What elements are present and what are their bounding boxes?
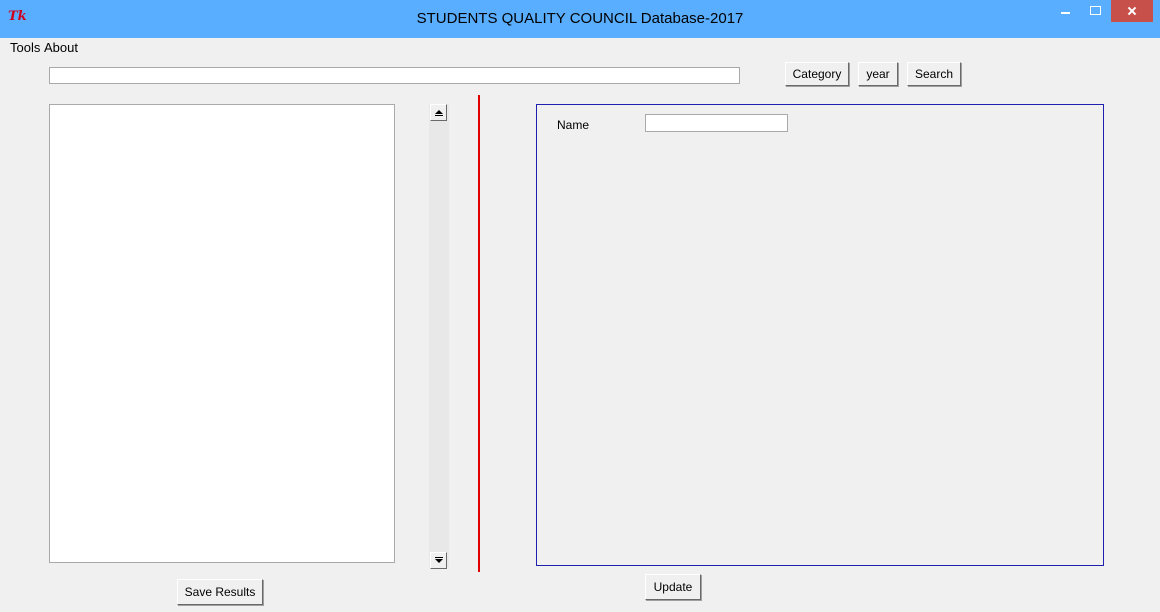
minimize-button[interactable] bbox=[1052, 0, 1078, 24]
client-area: Tools About Category year Search Name Sa… bbox=[0, 38, 1160, 612]
scroll-up-button[interactable] bbox=[430, 104, 447, 121]
search-button[interactable]: Search bbox=[907, 62, 961, 86]
results-listbox[interactable] bbox=[49, 104, 395, 563]
year-button[interactable]: year bbox=[858, 62, 898, 86]
record-detail-frame: Name bbox=[536, 104, 1104, 566]
name-label: Name bbox=[557, 118, 590, 132]
arrow-up-icon bbox=[435, 110, 443, 114]
menu-bar: Tools About bbox=[0, 38, 1160, 56]
panel-divider bbox=[478, 95, 480, 572]
results-scrollbar[interactable] bbox=[429, 104, 449, 567]
name-field[interactable] bbox=[645, 114, 788, 132]
search-input[interactable] bbox=[49, 67, 740, 84]
menu-item-tools[interactable]: Tools bbox=[10, 40, 40, 55]
menu-item-about[interactable]: About bbox=[44, 40, 78, 55]
title-bar[interactable]: Tk STUDENTS QUALITY COUNCIL Database-201… bbox=[0, 0, 1160, 38]
app-window: Tk STUDENTS QUALITY COUNCIL Database-201… bbox=[0, 0, 1160, 612]
update-button[interactable]: Update bbox=[645, 574, 701, 600]
close-button[interactable] bbox=[1111, 0, 1153, 22]
window-title: STUDENTS QUALITY COUNCIL Database-2017 bbox=[416, 10, 744, 27]
arrow-down-icon bbox=[435, 559, 443, 563]
maximize-button[interactable] bbox=[1081, 0, 1107, 24]
category-button[interactable]: Category bbox=[785, 62, 849, 86]
scroll-down-button[interactable] bbox=[430, 552, 447, 569]
save-results-button[interactable]: Save Results bbox=[177, 579, 263, 605]
